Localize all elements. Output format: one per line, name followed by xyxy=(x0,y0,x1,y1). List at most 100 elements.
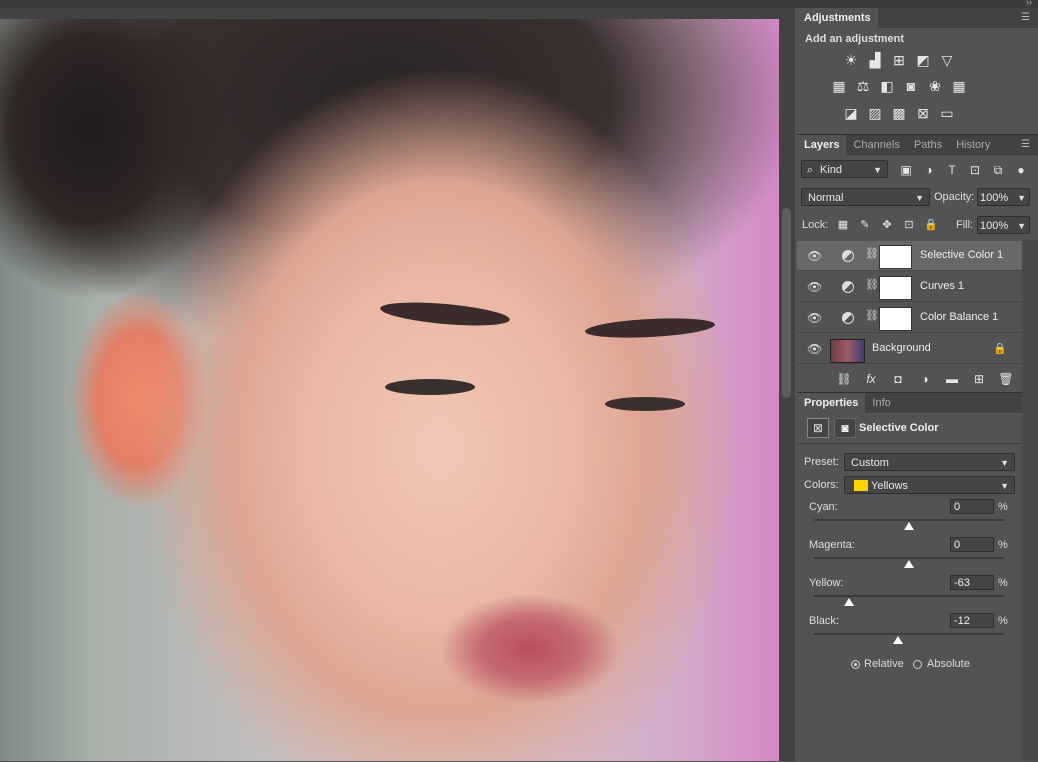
black-slider-knob[interactable] xyxy=(892,636,903,644)
magenta-slider-track[interactable] xyxy=(814,557,1004,559)
tab-properties[interactable]: Properties xyxy=(797,393,866,413)
layer-mask-thumbnail[interactable] xyxy=(879,276,912,300)
adjustment-icons-row-3: ◪ ▨ ▩ ⊠ ▭ xyxy=(842,104,956,122)
preset-label: Preset: xyxy=(804,456,839,468)
visibility-eye-icon[interactable]: 👁 xyxy=(807,342,822,356)
link-layers-icon[interactable]: ⛓ xyxy=(835,370,853,388)
black-input[interactable]: -12 xyxy=(950,613,994,628)
tab-paths[interactable]: Paths xyxy=(907,135,949,155)
gradient-map-icon[interactable]: ▭ xyxy=(938,104,956,122)
opacity-input[interactable]: 100% ▼ xyxy=(977,188,1030,206)
cyan-percent: % xyxy=(998,501,1008,513)
layer-row[interactable]: 👁 ⛓ Color Balance 1 xyxy=(797,303,1022,333)
canvas-scrollbar[interactable] xyxy=(779,8,795,761)
mask-icon[interactable]: ◙ xyxy=(834,418,856,438)
kind-label: Kind xyxy=(820,164,843,176)
color-balance-icon[interactable]: ⚖ xyxy=(854,77,872,95)
visibility-eye-icon[interactable]: 👁 xyxy=(807,249,822,263)
yellow-slider-knob[interactable] xyxy=(844,598,855,606)
scrollbar-thumb[interactable] xyxy=(782,208,791,398)
tab-layers[interactable]: Layers xyxy=(797,135,847,155)
hue-saturation-icon[interactable]: ▦ xyxy=(830,77,848,95)
selective-color-icon[interactable]: ⊠ xyxy=(807,418,829,438)
pixel-filter-icon[interactable]: ▣ xyxy=(897,161,915,179)
color-lookup-icon[interactable]: ▦ xyxy=(950,77,968,95)
top-strip: ›› xyxy=(0,0,1038,8)
blend-mode-select[interactable]: Normal ▼ xyxy=(801,188,930,206)
levels-icon[interactable]: ▟ xyxy=(866,51,884,69)
document-canvas[interactable] xyxy=(0,8,779,761)
layer-row[interactable]: 👁 ⛓ Selective Color 1 xyxy=(797,241,1022,271)
smart-object-filter-icon[interactable]: ⧉ xyxy=(989,161,1007,179)
lock-paint-icon[interactable]: ✎ xyxy=(856,216,874,234)
exposure-icon[interactable]: ◩ xyxy=(914,51,932,69)
visibility-eye-icon[interactable]: 👁 xyxy=(807,280,822,294)
search-icon: ⌕ xyxy=(807,164,814,176)
vibrance-icon[interactable]: ▽ xyxy=(938,51,956,69)
magenta-input[interactable]: 0 xyxy=(950,537,994,552)
preset-select[interactable]: Custom ▼ xyxy=(844,453,1015,471)
kind-filter-select[interactable]: ⌕ Kind ▼ xyxy=(801,160,888,178)
adjustments-panel: Adjustments ☰ Add an adjustment ☀ ▟ ⊞ ◩ … xyxy=(797,8,1038,134)
panel-menu-icon[interactable]: ☰ xyxy=(1021,139,1030,151)
adjustment-filter-icon[interactable]: ◑ xyxy=(920,161,938,179)
panel-menu-icon[interactable]: ☰ xyxy=(1021,12,1030,24)
yellow-label: Yellow: xyxy=(809,577,844,589)
tab-adjustments[interactable]: Adjustments xyxy=(797,8,878,28)
photo-filter-icon[interactable]: ◙ xyxy=(902,77,920,95)
link-chain-icon[interactable]: ⛓ xyxy=(865,278,879,291)
colors-select[interactable]: Yellows ▼ xyxy=(844,476,1015,494)
shape-filter-icon[interactable]: ⊡ xyxy=(966,161,984,179)
opacity-value: 100% xyxy=(980,192,1009,204)
new-group-icon[interactable]: ▬ xyxy=(943,370,961,388)
layers-footer: ⛓ fx ◘ ◑ ▬ ⊞ 🗑 xyxy=(835,370,1015,388)
cyan-slider-track[interactable] xyxy=(814,519,1004,521)
selective-color-icon[interactable]: ⊠ xyxy=(914,104,932,122)
layer-row[interactable]: 👁 Background 🔒 xyxy=(797,334,1022,364)
tab-channels[interactable]: Channels xyxy=(846,135,906,155)
lock-position-icon[interactable]: ✥ xyxy=(878,216,896,234)
relative-radio[interactable] xyxy=(851,660,860,669)
link-chain-icon[interactable]: ⛓ xyxy=(865,309,879,322)
visibility-eye-icon[interactable]: 👁 xyxy=(807,311,822,325)
black-white-icon[interactable]: ◧ xyxy=(878,77,896,95)
adjustment-icons-row-1: ☀ ▟ ⊞ ◩ ▽ xyxy=(842,51,956,69)
type-filter-icon[interactable]: T xyxy=(943,161,961,179)
link-chain-icon[interactable]: ⛓ xyxy=(865,247,879,260)
magenta-slider-knob[interactable] xyxy=(904,560,914,568)
artboard-lock-icon[interactable]: ⊡ xyxy=(900,216,918,234)
colors-label: Colors: xyxy=(804,479,839,491)
cyan-input[interactable]: 0 xyxy=(950,499,994,514)
add-mask-icon[interactable]: ◘ xyxy=(889,370,907,388)
invert-icon[interactable]: ◪ xyxy=(842,104,860,122)
yellow-slider-track[interactable] xyxy=(814,595,1004,597)
curves-icon[interactable]: ⊞ xyxy=(890,51,908,69)
absolute-radio[interactable] xyxy=(913,660,922,669)
adjustments-tabbar: Adjustments ☰ xyxy=(797,8,1038,28)
collapse-panels-icon[interactable]: ›› xyxy=(1026,0,1032,7)
trash-icon[interactable]: 🗑 xyxy=(997,370,1015,388)
posterize-icon[interactable]: ▨ xyxy=(866,104,884,122)
lock-transparency-icon[interactable]: ▦ xyxy=(834,216,852,234)
new-adjustment-icon[interactable]: ◑ xyxy=(916,370,934,388)
layer-mask-thumbnail[interactable] xyxy=(879,307,912,331)
brightness-contrast-icon[interactable]: ☀ xyxy=(842,51,860,69)
tab-history[interactable]: History xyxy=(949,135,997,155)
divider xyxy=(797,443,1038,444)
filter-toggle-icon[interactable]: ● xyxy=(1012,161,1030,179)
fx-icon[interactable]: fx xyxy=(862,370,880,388)
left-eyebrow xyxy=(379,298,511,330)
layer-mask-thumbnail[interactable] xyxy=(879,245,912,269)
new-layer-icon[interactable]: ⊞ xyxy=(970,370,988,388)
layer-row[interactable]: 👁 ⛓ Curves 1 xyxy=(797,272,1022,302)
fill-input[interactable]: 100% ▼ xyxy=(977,216,1030,234)
threshold-icon[interactable]: ▩ xyxy=(890,104,908,122)
fill-value: 100% xyxy=(980,220,1009,232)
lock-all-icon[interactable]: 🔒 xyxy=(922,216,940,234)
cyan-slider-knob[interactable] xyxy=(904,522,914,530)
channel-mixer-icon[interactable]: ❀ xyxy=(926,77,944,95)
yellow-input[interactable]: -63 xyxy=(950,575,994,590)
tab-info[interactable]: Info xyxy=(865,393,897,413)
black-slider-track[interactable] xyxy=(814,633,1004,635)
cyan-label: Cyan: xyxy=(809,501,838,513)
